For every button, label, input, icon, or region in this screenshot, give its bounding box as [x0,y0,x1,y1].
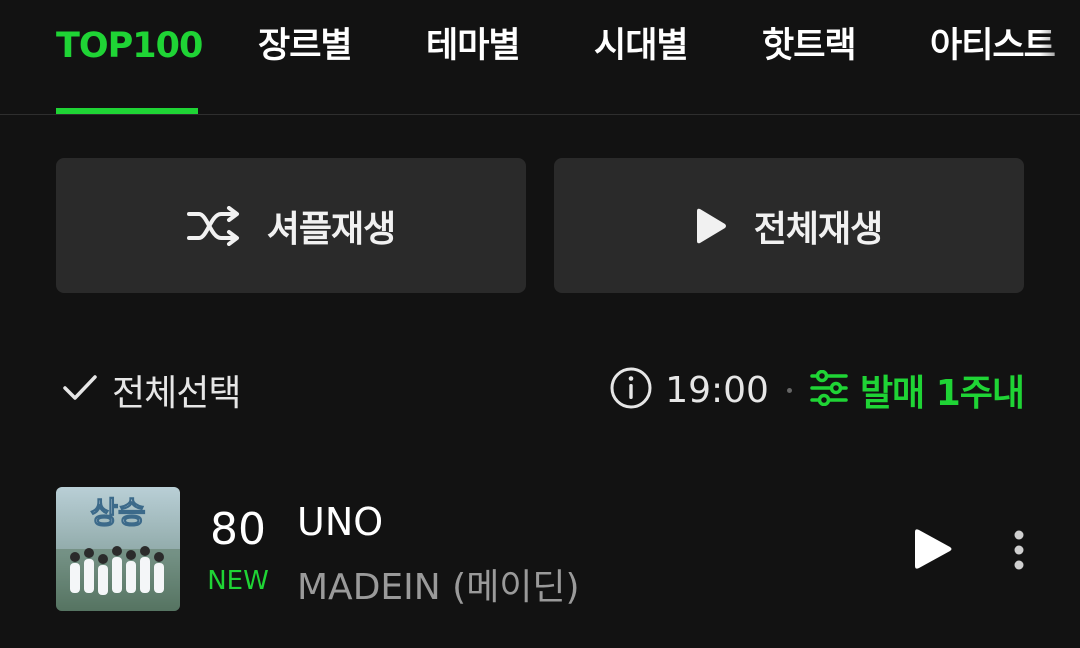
play-icon [915,529,952,569]
song-play-button[interactable] [910,524,958,574]
chart-screen: TOP100 장르별 테마별 시대별 핫트랙 아티스트 셔플재생 전체재생 전체… [0,0,1080,648]
tab-genre[interactable]: 장르별 [258,24,353,68]
release-filter-label[interactable]: 발매 1주내 [860,364,1025,416]
chart-update-time: 19:00 [665,369,769,411]
tab-hot-track[interactable]: 핫트랙 [762,24,857,68]
song-rank: 80 [210,504,266,555]
song-artist[interactable]: MADEIN (메이딘) [297,558,580,610]
play-icon [696,206,728,246]
shuffle-play-label: 셔플재생 [266,208,396,250]
category-tab-bar: TOP100 장르별 테마별 시대별 핫트랙 아티스트 [0,0,1080,115]
album-art[interactable]: 상승 [56,487,180,611]
tab-theme[interactable]: 테마별 [426,24,521,68]
album-art-title: 상승 [90,496,145,531]
shuffle-icon [186,205,241,246]
checkmark-icon [62,373,98,407]
song-title[interactable]: UNO [297,500,383,544]
song-row[interactable]: 상승 80 NEW UNO MADEIN (메이딘) [0,486,1080,612]
shuffle-play-button[interactable]: 셔플재생 [56,158,526,293]
active-tab-indicator [56,108,198,114]
select-all-label: 전체선택 [112,373,241,414]
rank-change-badge: NEW [207,566,269,596]
tab-artist[interactable]: 아티스트 [930,24,1056,68]
more-options-button[interactable] [1006,526,1032,574]
filter-sliders-icon[interactable] [810,369,848,410]
play-all-button[interactable]: 전체재생 [554,158,1024,293]
info-icon[interactable] [609,366,653,414]
more-vertical-icon [1014,530,1024,570]
chart-info-group: 19:00 발매 1주내 [609,364,1025,416]
select-all-toggle[interactable]: 전체선택 [62,366,241,414]
play-all-label: 전체재생 [753,208,883,250]
separator-dot [786,387,792,393]
tab-era[interactable]: 시대별 [594,24,689,68]
tab-top100[interactable]: TOP100 [56,24,203,68]
